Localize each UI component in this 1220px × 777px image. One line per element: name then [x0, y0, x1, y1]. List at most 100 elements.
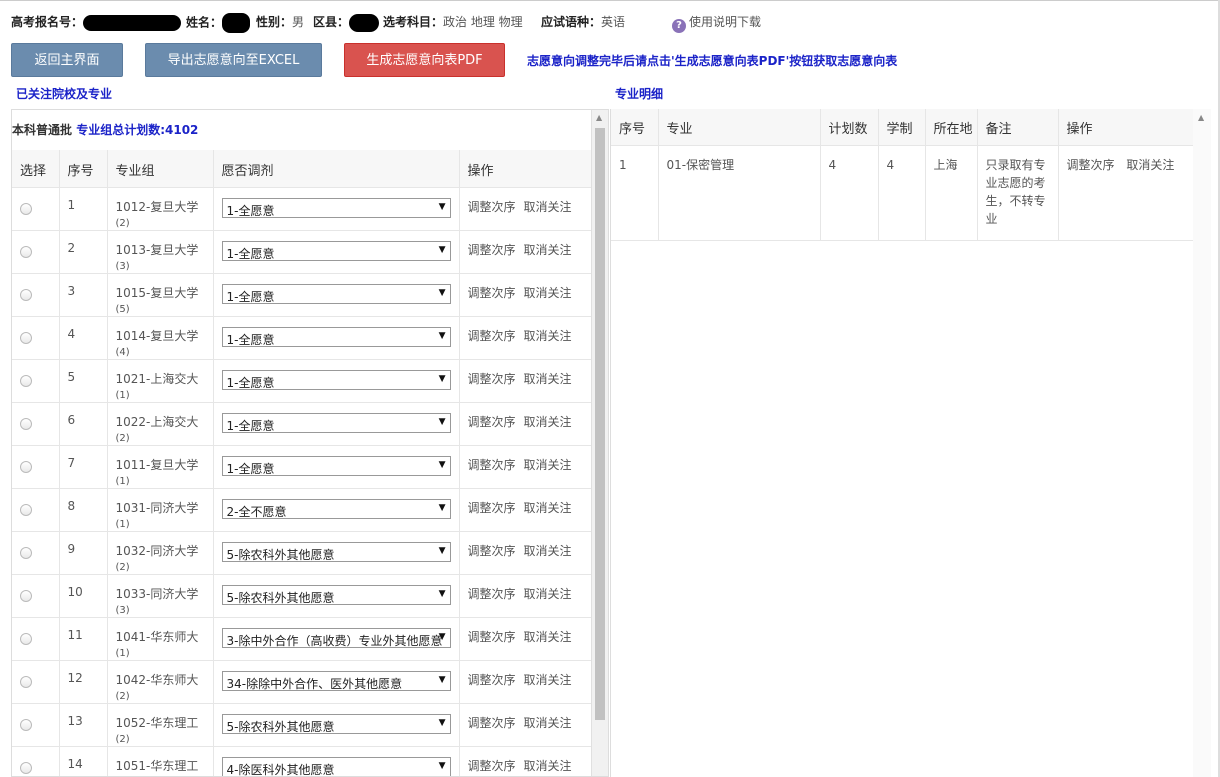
- adjust-order-link[interactable]: 调整次序: [468, 759, 516, 773]
- adjust-select[interactable]: 5-除农科外其他愿意 ▼: [221, 541, 451, 562]
- unfollow-link[interactable]: 取消关注: [524, 286, 572, 300]
- adjust-select[interactable]: 1-全愿意 ▼: [221, 326, 451, 347]
- adjust-select[interactable]: 4-除医科外其他愿意 ▼: [221, 756, 451, 776]
- select-radio[interactable]: [20, 718, 32, 731]
- adjust-order-link[interactable]: 调整次序: [468, 587, 516, 601]
- groups-table: 选择 序号 专业组 愿否调剂 操作 1 1012-复旦大学 (2) 1-全愿意 ▼ 调整次…: [12, 150, 594, 776]
- adjust-order-link[interactable]: 调整次序: [468, 673, 516, 687]
- detail-unfollow-link[interactable]: 取消关注: [1126, 158, 1174, 172]
- adjust-select[interactable]: 1-全愿意 ▼: [221, 369, 451, 390]
- gender-value: 男: [292, 15, 305, 29]
- actions-cell: 调整次序 取消关注: [459, 359, 594, 403]
- adjust-select-value: 5-除农科外其他愿意: [226, 547, 335, 562]
- scroll-up-icon[interactable]: ▲: [596, 113, 602, 122]
- row-index: 5: [59, 359, 108, 403]
- adjust-select[interactable]: 1-全愿意 ▼: [221, 412, 451, 433]
- dropdown-arrow-icon: ▼: [438, 416, 446, 427]
- group-cell: 1021-上海交大 (1): [107, 359, 214, 403]
- dropdown-arrow-icon: ▼: [438, 330, 446, 341]
- unfollow-link[interactable]: 取消关注: [524, 587, 572, 601]
- adjust-order-link[interactable]: 调整次序: [468, 243, 516, 257]
- select-radio[interactable]: [20, 417, 32, 430]
- unfollow-link[interactable]: 取消关注: [524, 501, 572, 515]
- unfollow-link[interactable]: 取消关注: [524, 458, 572, 472]
- adjust-order-link[interactable]: 调整次序: [468, 415, 516, 429]
- col-adjust-willing: 愿否调剂: [213, 150, 460, 188]
- select-radio[interactable]: [20, 546, 32, 559]
- select-radio[interactable]: [20, 460, 32, 473]
- unfollow-link[interactable]: 取消关注: [524, 673, 572, 687]
- adjust-select[interactable]: 5-除农科外其他愿意 ▼: [221, 713, 451, 734]
- unfollow-link[interactable]: 取消关注: [524, 372, 572, 386]
- adjust-cell: 5-除农科外其他愿意 ▼: [213, 531, 460, 575]
- adjust-select[interactable]: 1-全愿意 ▼: [221, 283, 451, 304]
- adjust-select-value: 1-全愿意: [226, 246, 275, 261]
- unfollow-link[interactable]: 取消关注: [524, 329, 572, 343]
- right-scroll-up-icon[interactable]: ▲: [1198, 113, 1204, 122]
- unfollow-link[interactable]: 取消关注: [524, 544, 572, 558]
- unfollow-link[interactable]: 取消关注: [524, 759, 572, 773]
- select-radio[interactable]: [20, 503, 32, 516]
- gender-field: 性别：男: [256, 13, 304, 30]
- adjust-select[interactable]: 1-全愿意 ▼: [221, 240, 451, 261]
- select-radio[interactable]: [20, 761, 32, 774]
- select-radio[interactable]: [20, 589, 32, 602]
- actions-cell: 调整次序 取消关注: [459, 445, 594, 489]
- unfollow-link[interactable]: 取消关注: [524, 415, 572, 429]
- adjust-select-value: 2-全不愿意: [226, 504, 287, 519]
- select-radio[interactable]: [20, 245, 32, 258]
- adjust-order-link[interactable]: 调整次序: [468, 501, 516, 515]
- right-vertical-scrollbar[interactable]: ▲: [1193, 109, 1211, 777]
- unfollow-link[interactable]: 取消关注: [524, 200, 572, 214]
- group-row: 6 1022-上海交大 (2) 1-全愿意 ▼ 调整次序 取消关注: [12, 402, 594, 446]
- groups-table-header: 选择 序号 专业组 愿否调剂 操作: [12, 150, 594, 188]
- select-radio[interactable]: [20, 374, 32, 387]
- adjust-select[interactable]: 2-全不愿意 ▼: [221, 498, 451, 519]
- detail-note: 只录取有专业志愿的考生，不转专业: [977, 145, 1059, 241]
- adjust-order-link[interactable]: 调整次序: [468, 716, 516, 730]
- left-vertical-scrollbar[interactable]: ▲: [591, 110, 608, 776]
- detail-major: 01-保密管理: [658, 145, 821, 241]
- generate-pdf-button[interactable]: 生成志愿意向表PDF: [344, 43, 505, 77]
- group-major-count: (2): [115, 690, 130, 702]
- group-row: 11 1041-华东师大 (1) 3-除中外合作（高收费）专业外其他愿意 ▼ 调整次序 取消…: [12, 617, 594, 661]
- export-excel-button[interactable]: 导出志愿意向至EXCEL: [145, 43, 322, 77]
- adjust-order-link[interactable]: 调整次序: [468, 372, 516, 386]
- adjust-select-value: 5-除农科外其他愿意: [226, 590, 335, 605]
- help-download-link[interactable]: ? 使用说明下载: [672, 13, 761, 33]
- adjust-order-link[interactable]: 调整次序: [468, 458, 516, 472]
- scrollbar-thumb[interactable]: [595, 128, 605, 720]
- dropdown-arrow-icon: ▼: [438, 244, 446, 255]
- back-to-main-button[interactable]: 返回主界面: [11, 43, 123, 77]
- subjects-field: 选考科目：政治 地理 物理: [383, 13, 523, 30]
- adjust-select[interactable]: 1-全愿意 ▼: [221, 197, 451, 218]
- adjust-select[interactable]: 1-全愿意 ▼: [221, 455, 451, 476]
- group-name: 1015-复旦大学: [115, 285, 199, 300]
- adjust-select[interactable]: 34-除除中外合作、医外其他愿意 ▼: [221, 670, 451, 691]
- select-radio[interactable]: [20, 632, 32, 645]
- adjust-order-link[interactable]: 调整次序: [468, 630, 516, 644]
- group-name: 1022-上海交大: [115, 414, 199, 429]
- adjust-order-link[interactable]: 调整次序: [468, 544, 516, 558]
- group-cell: 1011-复旦大学 (1): [107, 445, 214, 489]
- select-radio[interactable]: [20, 675, 32, 688]
- unfollow-link[interactable]: 取消关注: [524, 630, 572, 644]
- detail-col-major: 专业: [658, 109, 821, 146]
- adjust-order-link[interactable]: 调整次序: [468, 286, 516, 300]
- adjust-select[interactable]: 5-除农科外其他愿意 ▼: [221, 584, 451, 605]
- row-index: 13: [59, 703, 108, 747]
- unfollow-link[interactable]: 取消关注: [524, 716, 572, 730]
- select-radio[interactable]: [20, 288, 32, 301]
- adjust-order-link[interactable]: 调整次序: [468, 200, 516, 214]
- select-radio[interactable]: [20, 331, 32, 344]
- language-value: 英语: [601, 15, 626, 29]
- detail-years: 4: [878, 145, 926, 241]
- adjust-order-link[interactable]: 调整次序: [468, 329, 516, 343]
- adjust-select[interactable]: 3-除中外合作（高收费）专业外其他愿意 ▼: [221, 627, 451, 648]
- adjust-select-value: 1-全愿意: [226, 375, 275, 390]
- unfollow-link[interactable]: 取消关注: [524, 243, 572, 257]
- actions-cell: 调整次序 取消关注: [459, 316, 594, 360]
- select-radio[interactable]: [20, 202, 32, 215]
- select-cell: [12, 746, 60, 776]
- detail-adjust-order-link[interactable]: 调整次序: [1067, 158, 1115, 172]
